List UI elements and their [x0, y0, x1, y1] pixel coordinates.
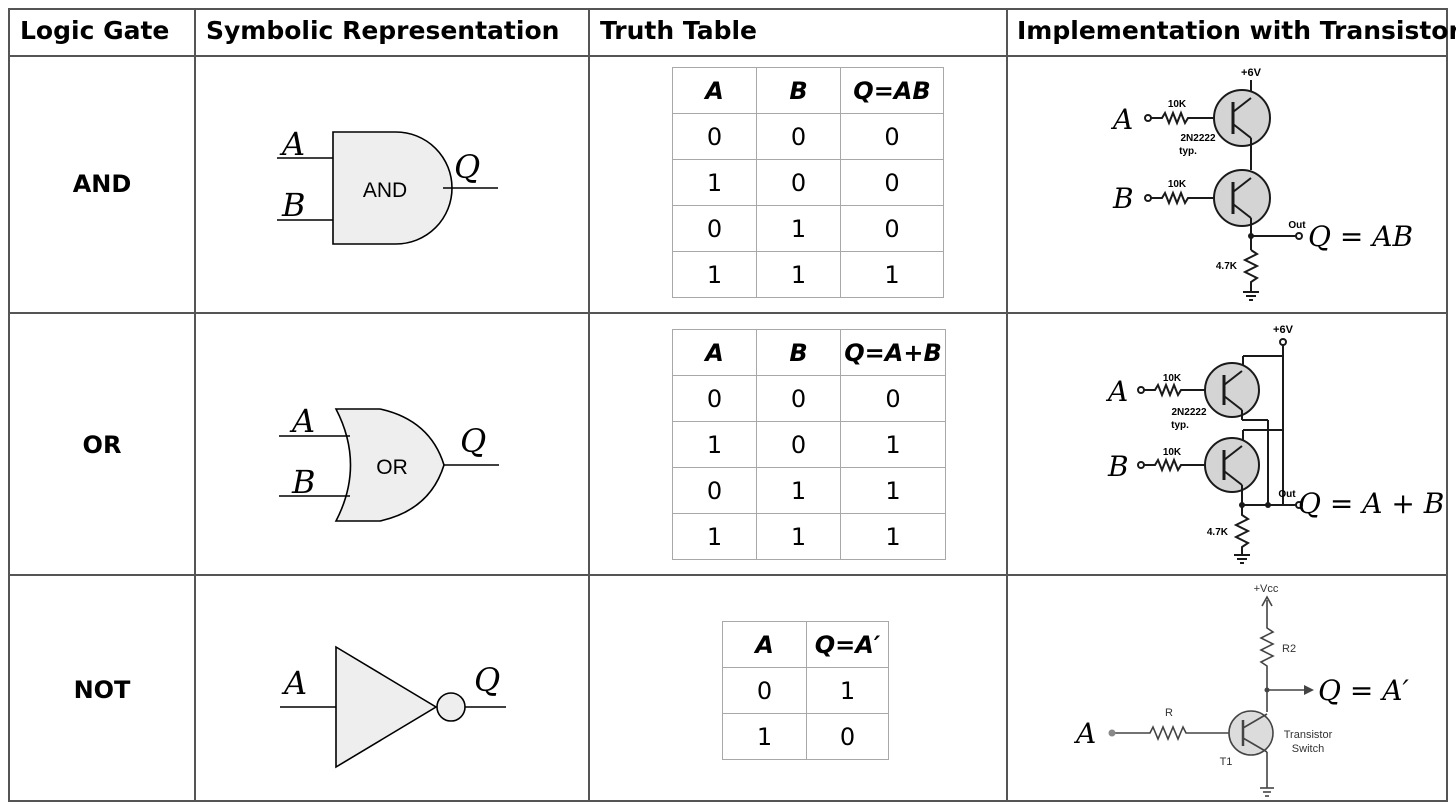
not-supply-label: +Vcc: [1254, 583, 1279, 595]
not-output-expression: Q = A′: [1318, 674, 1409, 707]
not-circuit-input-a: A: [1073, 717, 1096, 750]
not-transistor-circuit: +Vcc R2 R T1 Transistor Switch A Q = A′: [1073, 583, 1409, 797]
not-t1-label: T1: [1220, 756, 1233, 768]
not-switch-label-2: Switch: [1292, 743, 1324, 755]
not-switch-label-1: Transistor: [1284, 729, 1333, 741]
not-r-label: R: [1165, 707, 1173, 719]
not-r2-label: R2: [1282, 643, 1296, 655]
